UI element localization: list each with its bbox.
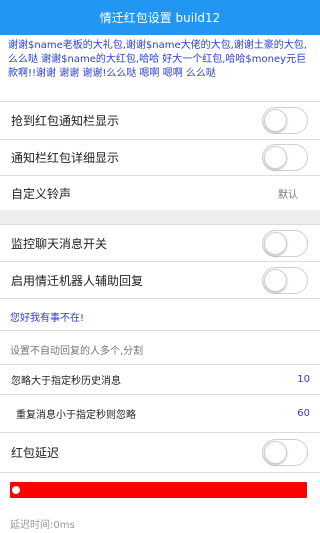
grab-notify-toggle[interactable] xyxy=(262,107,308,134)
reply-template-text[interactable]: 谢谢$name老板的大礼包,谢谢$name大佬的大包,谢谢土豪的大包,么么哒 谢… xyxy=(0,35,320,101)
notify-detail-toggle[interactable] xyxy=(262,144,308,171)
setting-label: 忽略大于指定秒历史消息 xyxy=(11,376,121,387)
setting-repeat-ignore[interactable]: 重复消息小于指定秒则忽略 60 xyxy=(0,394,320,432)
monitor-chat-toggle[interactable] xyxy=(262,230,308,257)
robot-message-field[interactable]: 您好我有事不在! xyxy=(0,298,320,330)
setting-label: 红包延迟 xyxy=(11,446,60,460)
ignore-history-value: 10 xyxy=(297,374,310,385)
setting-label: 重复消息小于指定秒则忽略 xyxy=(16,410,136,421)
setting-grab-notify[interactable]: 抢到红包通知栏显示 xyxy=(0,101,320,139)
delay-slider-row xyxy=(0,472,320,506)
setting-redpacket-delay[interactable]: 红包延迟 xyxy=(0,432,320,472)
setting-robot-reply[interactable]: 启用情迁机器人辅助回复 xyxy=(0,261,320,298)
no-reply-list-field[interactable]: 设置不自动回复的人多个,分割 xyxy=(0,330,320,364)
no-reply-hint: 设置不自动回复的人多个,分割 xyxy=(10,346,144,357)
toggle-knob xyxy=(264,441,287,464)
setting-label: 通知栏红包详细显示 xyxy=(11,151,120,165)
setting-label: 启用情迁机器人辅助回复 xyxy=(11,273,144,288)
setting-monitor-chat[interactable]: 监控聊天消息开关 xyxy=(0,224,320,261)
robot-reply-toggle[interactable] xyxy=(262,267,308,294)
setting-ringtone[interactable]: 自定义铃声 默认 xyxy=(0,175,320,210)
page-title: 情迁红包设置 build12 xyxy=(99,11,221,25)
delay-time-text: 延迟时间:0ms xyxy=(10,520,75,531)
delay-slider[interactable] xyxy=(10,482,307,498)
toggle-knob xyxy=(264,146,287,169)
setting-label: 监控聊天消息开关 xyxy=(11,236,108,251)
title-bar: 情迁红包设置 build12 xyxy=(0,0,320,35)
repeat-ignore-value: 60 xyxy=(297,408,310,419)
setting-notify-detail[interactable]: 通知栏红包详细显示 xyxy=(0,139,320,175)
redpacket-delay-toggle[interactable] xyxy=(262,439,308,466)
toggle-knob xyxy=(264,269,287,292)
toggle-knob xyxy=(264,109,287,132)
ringtone-value: 默认 xyxy=(278,189,298,201)
setting-ignore-history[interactable]: 忽略大于指定秒历史消息 10 xyxy=(0,364,320,394)
robot-message-text: 您好我有事不在! xyxy=(10,313,85,324)
delay-slider-thumb[interactable] xyxy=(12,486,20,494)
setting-label: 自定义铃声 xyxy=(11,186,72,201)
section-divider xyxy=(0,210,320,224)
toggle-knob xyxy=(264,232,287,255)
setting-label: 抢到红包通知栏显示 xyxy=(11,114,120,128)
